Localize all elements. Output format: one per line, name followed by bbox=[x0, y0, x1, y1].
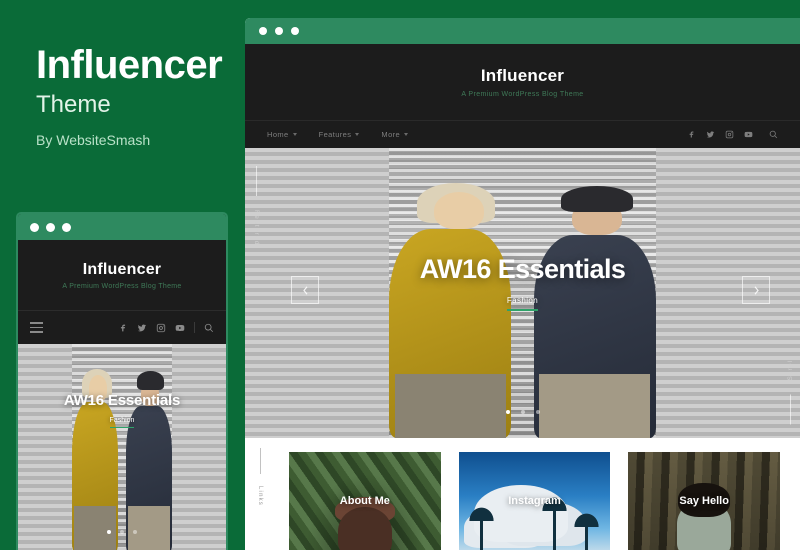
window-dot-maximize[interactable] bbox=[62, 222, 71, 232]
promo-panel: Influencer Theme By WebsiteSmash bbox=[36, 44, 236, 148]
site-brand: Influencer bbox=[480, 66, 565, 85]
hero-carousel: Featured Scroll AW16 Essentials Fashion bbox=[245, 148, 800, 438]
youtube-icon[interactable] bbox=[744, 130, 753, 139]
chevron-down-icon bbox=[404, 133, 409, 136]
links-side-label: Links bbox=[257, 448, 263, 506]
window-dot-close[interactable] bbox=[259, 27, 267, 35]
chevron-right-icon bbox=[754, 285, 759, 295]
mobile-hero-title: AW16 Essentials bbox=[63, 392, 181, 409]
side-label-rule bbox=[790, 394, 791, 424]
hero-side-label-scroll-text: Scroll bbox=[787, 356, 794, 380]
side-label-rule bbox=[259, 448, 261, 474]
menu-item-more-label: More bbox=[381, 130, 401, 139]
desktop-window-titlebar bbox=[245, 18, 800, 44]
youtube-icon[interactable] bbox=[175, 323, 185, 333]
desktop-preview-window: Influencer A Premium WordPress Blog Them… bbox=[245, 18, 800, 550]
mobile-hero-carousel: AW16 Essentials Fashion bbox=[18, 344, 226, 550]
window-dot-maximize[interactable] bbox=[291, 27, 299, 35]
site-header: Influencer A Premium WordPress Blog Them… bbox=[245, 44, 800, 120]
carousel-next-button[interactable] bbox=[742, 276, 770, 304]
link-card-say-hello[interactable]: Say Hello bbox=[628, 452, 781, 550]
link-card-about-me-label: About Me bbox=[339, 495, 390, 507]
mobile-site-brand: Influencer bbox=[82, 260, 162, 278]
primary-menu: Home Features More bbox=[267, 130, 409, 139]
mobile-social-links bbox=[118, 322, 214, 333]
search-icon[interactable] bbox=[769, 130, 778, 139]
link-cards: About Me Instagram Say Hello bbox=[289, 452, 781, 550]
menu-item-home-label: Home bbox=[267, 130, 289, 139]
carousel-dot-2[interactable] bbox=[120, 530, 124, 534]
mobile-hero-caption: AW16 Essentials Fashion bbox=[18, 392, 226, 428]
hero-title: AW16 Essentials bbox=[419, 254, 626, 284]
mobile-window-titlebar bbox=[18, 214, 226, 240]
link-card-about-me[interactable]: About Me bbox=[289, 452, 441, 550]
twitter-icon[interactable] bbox=[137, 323, 147, 333]
site-tagline: A Premium WordPress Blog Theme bbox=[461, 91, 584, 98]
search-icon[interactable] bbox=[204, 323, 214, 333]
carousel-dot-1[interactable] bbox=[107, 530, 111, 534]
chevron-left-icon bbox=[302, 285, 307, 295]
menu-item-home[interactable]: Home bbox=[267, 130, 297, 139]
promo-author: By WebsiteSmash bbox=[36, 132, 151, 149]
chevron-down-icon bbox=[292, 133, 297, 136]
carousel-dots[interactable] bbox=[245, 410, 800, 414]
promo-title: Influencer bbox=[36, 43, 223, 87]
facebook-icon[interactable] bbox=[118, 323, 128, 333]
instagram-icon[interactable] bbox=[725, 130, 734, 139]
menu-item-more[interactable]: More bbox=[381, 130, 409, 139]
nav-divider bbox=[194, 322, 195, 333]
link-card-instagram[interactable]: Instagram bbox=[458, 452, 611, 550]
hamburger-menu-icon[interactable] bbox=[30, 322, 43, 333]
mobile-hero-subtitle: Fashion bbox=[109, 417, 135, 428]
hero-photo-two-women-fashion bbox=[18, 344, 226, 550]
mobile-site-header: Influencer A Premium WordPress Blog Them… bbox=[18, 240, 226, 310]
hero-side-label-featured: Featured bbox=[253, 166, 260, 246]
links-section: Links About Me Instagram Say Hello bbox=[245, 438, 800, 550]
mobile-navbar bbox=[18, 310, 226, 344]
instagram-icon[interactable] bbox=[156, 323, 166, 333]
window-dot-minimize[interactable] bbox=[275, 27, 283, 35]
promo-subtitle: Theme bbox=[36, 91, 111, 118]
twitter-icon[interactable] bbox=[706, 130, 715, 139]
carousel-prev-button[interactable] bbox=[291, 276, 319, 304]
hero-caption: AW16 Essentials Fashion bbox=[245, 254, 800, 311]
side-label-rule bbox=[256, 166, 257, 196]
hero-side-label-featured-text: Featured bbox=[253, 210, 260, 246]
window-dot-close[interactable] bbox=[30, 222, 39, 232]
links-side-label-text: Links bbox=[257, 486, 263, 507]
carousel-dot-1[interactable] bbox=[505, 410, 510, 414]
mobile-preview-window: Influencer A Premium WordPress Blog Them… bbox=[16, 212, 228, 550]
carousel-dot-3[interactable] bbox=[535, 410, 540, 414]
social-links bbox=[687, 130, 778, 139]
chevron-down-icon bbox=[355, 133, 360, 136]
carousel-dot-3[interactable] bbox=[133, 530, 137, 534]
carousel-dot-2[interactable] bbox=[520, 410, 525, 414]
window-dot-minimize[interactable] bbox=[46, 222, 55, 232]
mobile-site-tagline: A Premium WordPress Blog Theme bbox=[62, 282, 182, 290]
hero-subtitle: Fashion bbox=[506, 296, 539, 311]
menu-item-features-label: Features bbox=[318, 130, 352, 139]
mobile-carousel-dots[interactable] bbox=[18, 530, 226, 534]
site-navbar: Home Features More bbox=[245, 120, 800, 148]
facebook-icon[interactable] bbox=[687, 130, 696, 139]
link-card-instagram-label: Instagram bbox=[508, 495, 561, 507]
link-card-say-hello-label: Say Hello bbox=[679, 495, 729, 507]
menu-item-features[interactable]: Features bbox=[319, 130, 360, 139]
